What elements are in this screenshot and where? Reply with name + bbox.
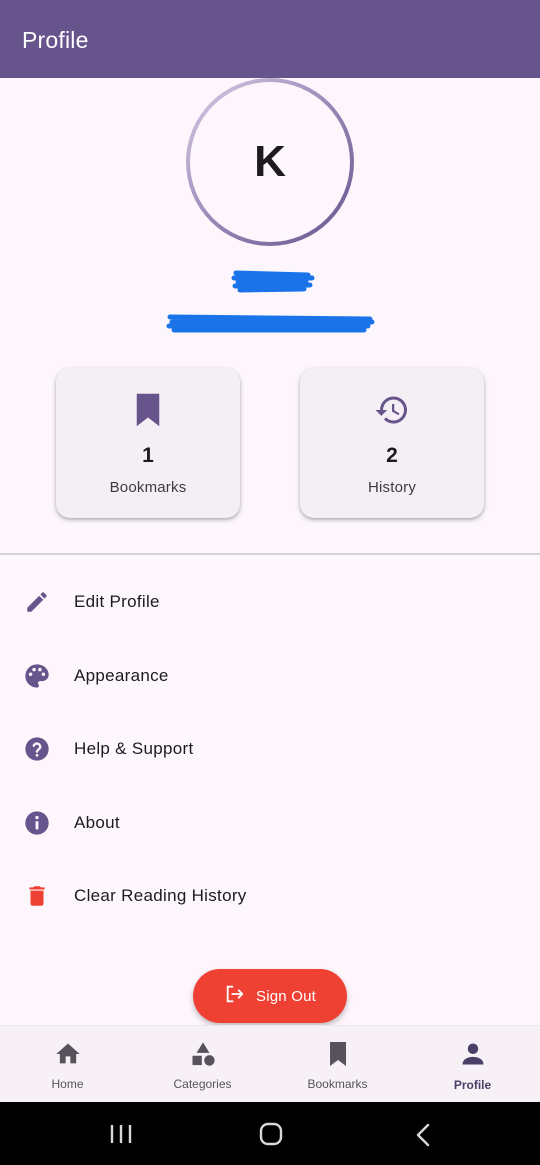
nav-item-categories[interactable]: Categories <box>135 1026 270 1103</box>
menu-label-edit-profile: Edit Profile <box>74 592 160 611</box>
bookmarks-count: 1 <box>142 444 154 467</box>
avatar-initial: K <box>254 137 286 186</box>
avatar-inner: K <box>190 82 350 242</box>
bookmarks-label: Bookmarks <box>109 479 187 496</box>
stat-card-bookmarks[interactable]: 1 Bookmarks <box>56 368 240 518</box>
trash-icon <box>22 881 52 911</box>
menu-label-about: About <box>74 813 120 832</box>
bottom-navigation: Home Categories Bookmarks Profile <box>0 1025 540 1102</box>
home-icon <box>0 1040 135 1068</box>
logout-icon <box>224 983 246 1010</box>
menu-item-appearance[interactable]: Appearance <box>0 640 540 712</box>
app-bar: Profile <box>0 0 540 78</box>
menu-item-about[interactable]: About <box>0 787 540 859</box>
page-title: Profile <box>22 27 89 53</box>
nav-item-profile[interactable]: Profile <box>405 1026 540 1103</box>
back-icon[interactable] <box>414 1123 432 1147</box>
stat-card-history[interactable]: 2 History <box>300 368 484 518</box>
redacted-email <box>166 314 375 333</box>
nav-label-home: Home <box>51 1077 84 1091</box>
nav-label-categories: Categories <box>173 1077 232 1091</box>
nav-label-profile: Profile <box>453 1078 492 1092</box>
bookmark-icon <box>56 392 240 428</box>
info-circle-icon <box>22 808 52 838</box>
menu-label-help-support: Help & Support <box>74 739 194 758</box>
nav-item-home[interactable]: Home <box>0 1026 135 1103</box>
system-navigation-bar <box>0 1102 540 1165</box>
recent-apps-icon[interactable] <box>108 1123 134 1145</box>
home-button-icon[interactable] <box>259 1122 283 1146</box>
section-divider <box>0 553 540 555</box>
categories-icon <box>135 1040 270 1068</box>
bookmark-icon <box>270 1040 405 1068</box>
menu-label-appearance: Appearance <box>74 666 169 685</box>
person-icon <box>405 1040 540 1068</box>
history-count: 2 <box>386 444 398 467</box>
palette-icon <box>22 661 52 691</box>
menu-item-help-support[interactable]: Help & Support <box>0 713 540 785</box>
menu-label-clear-history: Clear Reading History <box>74 886 247 905</box>
menu-item-edit-profile[interactable]: Edit Profile <box>0 566 540 638</box>
history-label: History <box>367 479 417 496</box>
redacted-name <box>231 270 315 293</box>
avatar: K <box>186 78 354 246</box>
history-icon <box>300 392 484 428</box>
sign-out-label: Sign Out <box>256 987 316 1005</box>
help-circle-icon <box>22 734 52 764</box>
edit-pencil-icon <box>22 587 52 617</box>
sign-out-button[interactable]: Sign Out <box>193 969 347 1023</box>
nav-item-bookmarks[interactable]: Bookmarks <box>270 1026 405 1103</box>
nav-label-bookmarks: Bookmarks <box>307 1077 368 1091</box>
menu-item-clear-history[interactable]: Clear Reading History <box>0 860 540 932</box>
